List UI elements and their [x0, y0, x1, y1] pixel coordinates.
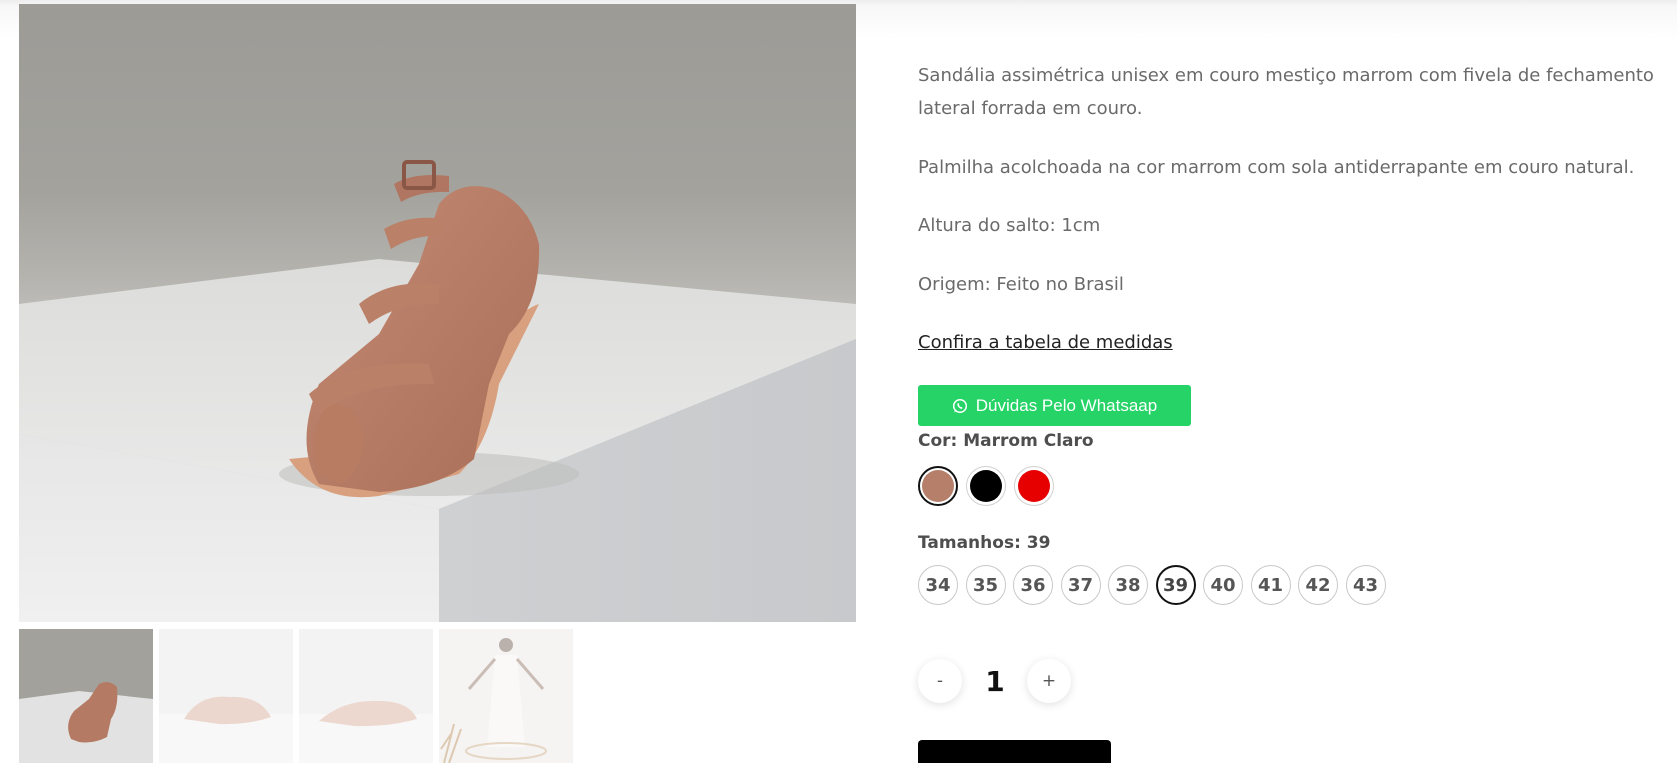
- color-swatch-preto[interactable]: [966, 466, 1006, 506]
- size-chart-link[interactable]: Confira a tabela de medidas: [918, 326, 1173, 359]
- size-41[interactable]: 41: [1250, 565, 1291, 605]
- thumbnail-strip: [19, 629, 573, 763]
- product-origin: Origem: Feito no Brasil: [918, 274, 1124, 295]
- quantity-value[interactable]: 1: [974, 659, 1016, 703]
- swatch-dot: [922, 470, 954, 502]
- color-swatches: [918, 466, 1054, 506]
- product-heel-height: Altura do salto: 1cm: [918, 215, 1101, 236]
- size-option-label: Tamanhos: 39: [918, 533, 1051, 553]
- thumbnail-3[interactable]: [299, 629, 433, 763]
- size-35[interactable]: 35: [965, 565, 1006, 605]
- add-to-cart-button[interactable]: [918, 740, 1111, 763]
- whatsapp-icon: [952, 398, 968, 414]
- size-37[interactable]: 37: [1060, 565, 1101, 605]
- swatch-dot: [1018, 470, 1050, 502]
- size-options: 34 35 36 37 38 39 40 41 42 43: [918, 565, 1386, 605]
- color-swatch-vermelho[interactable]: [1014, 466, 1054, 506]
- thumbnail-4[interactable]: [439, 629, 573, 763]
- size-43[interactable]: 43: [1345, 565, 1386, 605]
- color-option-label: Cor: Marrom Claro: [918, 431, 1094, 451]
- size-39[interactable]: 39: [1155, 565, 1196, 605]
- quantity-decrease-button[interactable]: -: [918, 659, 962, 703]
- size-34[interactable]: 34: [918, 565, 958, 605]
- product-description-2: Palmilha acolchoada na cor marrom com so…: [918, 157, 1635, 178]
- main-product-image[interactable]: [19, 4, 856, 622]
- product-description-1: Sandália assimétrica unisex em couro mes…: [918, 65, 1654, 119]
- thumbnail-1[interactable]: [19, 629, 153, 763]
- size-38[interactable]: 38: [1108, 565, 1148, 605]
- size-40[interactable]: 40: [1203, 565, 1243, 605]
- size-36[interactable]: 36: [1013, 565, 1053, 605]
- swatch-dot: [970, 470, 1002, 502]
- whatsapp-button-label: Dúvidas Pelo Whatsaap: [975, 395, 1158, 415]
- size-42[interactable]: 42: [1298, 565, 1338, 605]
- thumbnail-2[interactable]: [159, 629, 293, 763]
- whatsapp-button[interactable]: Dúvidas Pelo Whatsaap: [918, 385, 1191, 426]
- color-swatch-marrom-claro[interactable]: [918, 466, 958, 506]
- quantity-increase-button[interactable]: +: [1027, 659, 1071, 703]
